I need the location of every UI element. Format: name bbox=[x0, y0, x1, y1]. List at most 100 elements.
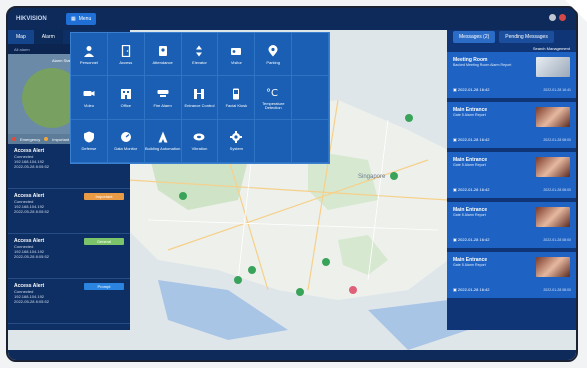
module-label: Video bbox=[83, 102, 94, 108]
module-video[interactable]: Video bbox=[71, 76, 108, 120]
message-time: ▣ 2022-01-28 16:42 bbox=[453, 237, 489, 242]
legend-important: Important bbox=[52, 136, 70, 142]
message-tabs: Messages (2) Pending Messages bbox=[447, 30, 576, 44]
thermometer-icon: °C bbox=[266, 85, 280, 99]
legend-dot-important bbox=[44, 137, 49, 141]
module-entrance-control[interactable]: Entrance Control bbox=[181, 76, 219, 120]
module-label: Elevator bbox=[192, 59, 207, 65]
message-time-value: 2022-01-28 16:42 bbox=[457, 187, 490, 192]
module-empty bbox=[292, 76, 329, 120]
fire-alarm-icon bbox=[156, 87, 170, 101]
module-building-automation[interactable]: Building Automation bbox=[144, 119, 182, 163]
module-label: System bbox=[229, 146, 244, 152]
message-time: ▣ 2022-01-28 16:42 bbox=[453, 87, 489, 92]
elevator-icon bbox=[192, 44, 206, 58]
search-management-link[interactable]: Search Management bbox=[447, 44, 576, 52]
module-label: Building Automation bbox=[144, 146, 181, 152]
module-personnel[interactable]: Personnel bbox=[71, 33, 108, 77]
vibration-icon bbox=[192, 130, 206, 144]
module-vibration[interactable]: Vibration bbox=[181, 119, 219, 163]
module-menu: Personnel Access Attendance Elevator Visitor… bbox=[70, 32, 330, 164]
module-label: Data Monitor bbox=[114, 146, 138, 152]
module-facial-kiosk[interactable]: Facial Kiosk bbox=[218, 76, 256, 120]
grid-icon: ▦ bbox=[71, 16, 76, 22]
alert-time: 2022-05-28 8:05:52 bbox=[14, 164, 49, 169]
status-badge: General bbox=[84, 238, 124, 245]
message-card[interactable]: Main Entrance Gate 5 Alarm Report ▣ 2022-0… bbox=[447, 102, 576, 148]
alert-item[interactable]: Access Alert Prompt Connected 192.168.10… bbox=[8, 279, 130, 324]
module-label: Temperature Detection bbox=[261, 100, 285, 110]
person-icon bbox=[82, 44, 96, 58]
kiosk-icon bbox=[229, 87, 243, 101]
alert-item[interactable]: Access Alert Important Connected 192.168… bbox=[8, 189, 130, 234]
message-card[interactable]: Main Entrance Gate 5 Alarm Report ▣ 2022-0… bbox=[447, 202, 576, 248]
module-parking[interactable]: Parking bbox=[255, 33, 293, 77]
module-access[interactable]: Access bbox=[107, 33, 145, 77]
message-timestamp: 2022-01-28 16:41 bbox=[543, 88, 571, 92]
tab-messages[interactable]: Messages (2) bbox=[453, 31, 496, 43]
message-time: ▣ 2022-01-28 16:42 bbox=[453, 137, 489, 142]
menu-button[interactable]: ▦ Menu bbox=[66, 13, 97, 25]
alert-time: 2022-05-28 8:05:52 bbox=[14, 299, 49, 304]
badge-icon bbox=[156, 44, 170, 58]
shield-icon bbox=[82, 130, 96, 144]
module-label: Entrance Control bbox=[184, 102, 215, 108]
message-timestamp: 2022-01-28 08:00 bbox=[543, 288, 571, 292]
tab-pending-messages[interactable]: Pending Messages bbox=[499, 31, 554, 43]
status-bar bbox=[8, 350, 576, 360]
module-office[interactable]: Office bbox=[107, 76, 145, 120]
message-card[interactable]: Main Entrance Gate 5 Alarm Report ▣ 2022-0… bbox=[447, 252, 576, 298]
snapshot-thumbnail[interactable] bbox=[536, 207, 570, 227]
module-label: Attendance bbox=[152, 59, 173, 65]
message-time-value: 2022-01-28 16:42 bbox=[457, 137, 490, 142]
module-data-monitor[interactable]: Data Monitor bbox=[107, 119, 145, 163]
module-label: Office bbox=[120, 102, 131, 108]
module-defense[interactable]: Defense bbox=[71, 119, 108, 163]
message-list: Meeting Room Backed Meeting Room Alarm Re… bbox=[447, 52, 576, 298]
menu-button-label: Menu bbox=[78, 16, 92, 22]
module-system[interactable]: System bbox=[218, 119, 256, 163]
alert-time: 2022-05-28 8:05:52 bbox=[14, 209, 49, 214]
module-temperature-detection[interactable]: °C Temperature Detection bbox=[255, 76, 293, 120]
message-card[interactable]: Main Entrance Gate 5 Alarm Report ▣ 2022-0… bbox=[447, 152, 576, 198]
app-window: Singapore HIKVISION ▦ Menu Map Alarm All… bbox=[6, 6, 578, 362]
module-fire-alarm[interactable]: Fire Alarm bbox=[144, 76, 182, 120]
module-grid: Personnel Access Attendance Elevator Visitor… bbox=[71, 33, 329, 163]
top-bar: HIKVISION ▦ Menu bbox=[8, 8, 576, 30]
module-label: Vibration bbox=[191, 146, 208, 152]
message-time: ▣ 2022-01-28 16:42 bbox=[453, 187, 489, 192]
message-card[interactable]: Meeting Room Backed Meeting Room Alarm Re… bbox=[447, 52, 576, 98]
legend-dot-emergency bbox=[12, 137, 16, 141]
message-time-value: 2022-01-28 16:42 bbox=[457, 237, 490, 242]
window-controls bbox=[549, 14, 566, 21]
snapshot-thumbnail[interactable] bbox=[536, 157, 570, 177]
module-empty bbox=[255, 119, 293, 163]
message-time: ▣ 2022-01-28 16:42 bbox=[453, 287, 489, 292]
module-label: Parking bbox=[266, 59, 280, 65]
module-label: Visitor bbox=[230, 59, 242, 65]
page-corner bbox=[565, 0, 587, 22]
tab-map[interactable]: Map bbox=[8, 30, 34, 44]
right-panel: Messages (2) Pending Messages Search Man… bbox=[447, 30, 576, 330]
legend-emergency: Emergency bbox=[20, 136, 41, 142]
module-elevator[interactable]: Elevator bbox=[181, 33, 219, 77]
gauge-icon bbox=[119, 130, 133, 144]
building-icon bbox=[156, 130, 170, 144]
office-icon bbox=[119, 87, 133, 101]
module-label: Facial Kiosk bbox=[225, 102, 248, 108]
minimize-button[interactable] bbox=[549, 14, 556, 21]
message-timestamp: 2022-01-28 08:00 bbox=[543, 188, 571, 192]
snapshot-thumbnail[interactable] bbox=[536, 107, 570, 127]
message-time-value: 2022-01-28 16:42 bbox=[457, 287, 490, 292]
gear-icon bbox=[229, 130, 243, 144]
module-empty bbox=[292, 33, 329, 77]
module-label: Access bbox=[119, 59, 133, 65]
snapshot-thumbnail[interactable] bbox=[536, 57, 570, 77]
tab-alarm[interactable]: Alarm bbox=[33, 30, 63, 44]
svg-text:°C: °C bbox=[266, 88, 278, 98]
snapshot-thumbnail[interactable] bbox=[536, 257, 570, 277]
alert-item[interactable]: Access Alert General Connected 192.168.1… bbox=[8, 234, 130, 279]
module-attendance[interactable]: Attendance bbox=[144, 33, 182, 77]
brand-logo: HIKVISION bbox=[16, 16, 47, 22]
module-visitor[interactable]: Visitor bbox=[218, 33, 256, 77]
